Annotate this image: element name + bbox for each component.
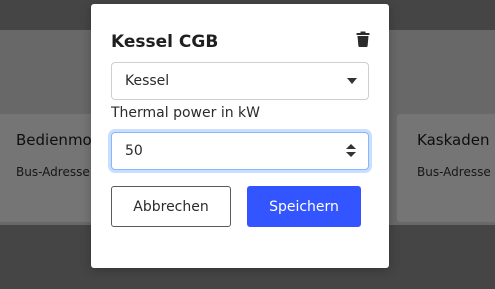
spin-up-icon[interactable] [346,144,356,149]
spin-down-icon[interactable] [346,152,356,157]
save-button[interactable]: Speichern [247,186,361,227]
chevron-down-icon [347,78,357,84]
thermal-power-value: 50 [125,143,143,159]
modal-title: Kessel CGB [111,32,219,52]
device-type-select[interactable]: Kessel [111,62,369,100]
number-spinner [346,143,356,159]
thermal-power-input[interactable]: 50 [111,132,369,170]
thermal-power-label: Thermal power in kW [111,105,260,121]
cancel-button[interactable]: Abbrechen [111,186,231,227]
edit-device-modal: Kessel CGB Kessel Thermal power in kW 50… [91,4,389,268]
device-type-select-value: Kessel [125,73,170,89]
trash-icon[interactable] [356,31,370,47]
